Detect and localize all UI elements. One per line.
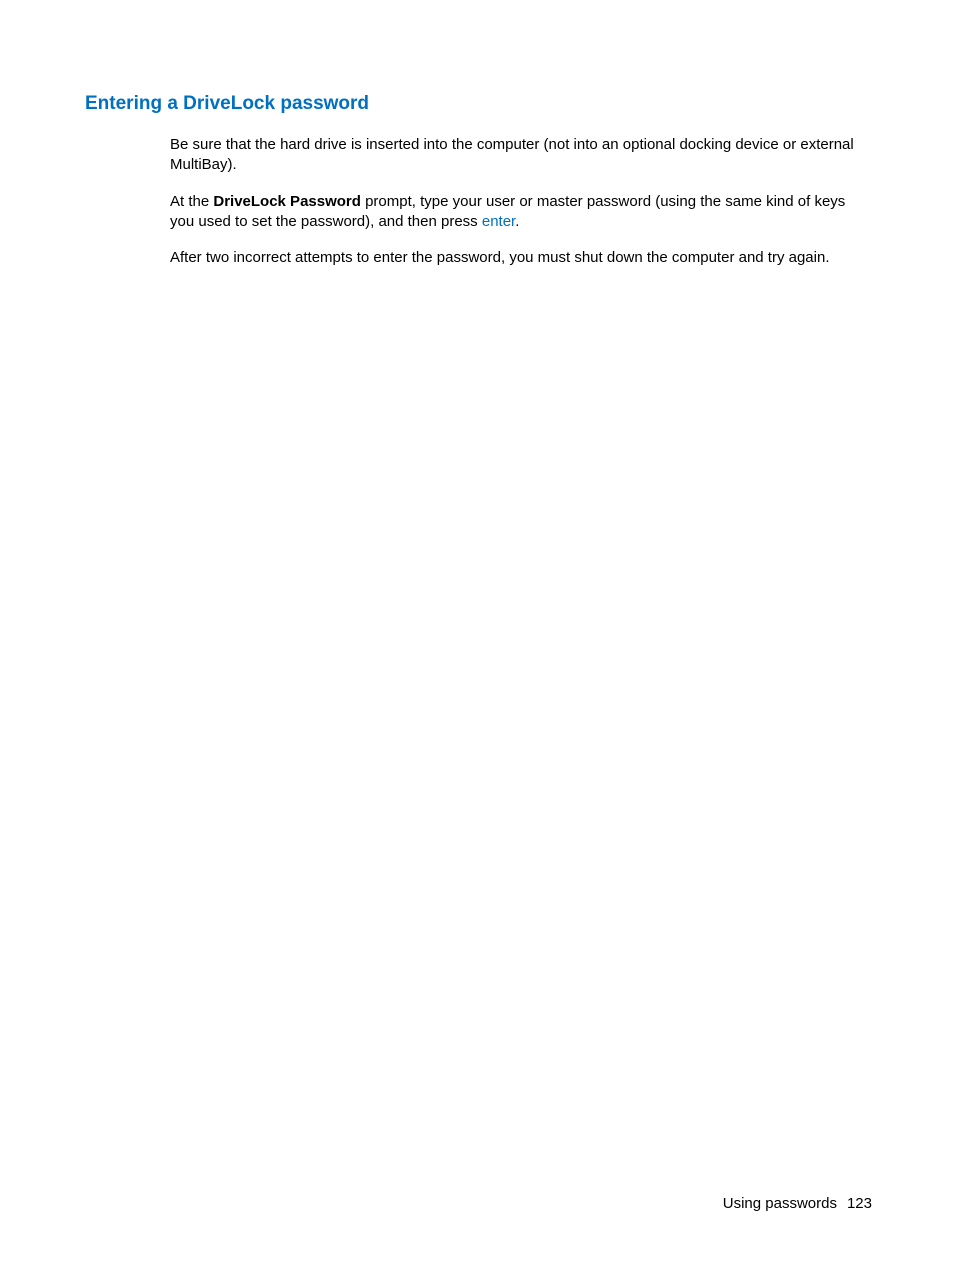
- page-number: 123: [847, 1195, 872, 1212]
- paragraph-2: At the DriveLock Password prompt, type y…: [170, 192, 872, 233]
- text-span: .: [515, 213, 519, 230]
- paragraph-3: After two incorrect attempts to enter th…: [170, 248, 872, 268]
- body-content: Be sure that the hard drive is inserted …: [170, 135, 872, 268]
- document-page: Entering a DriveLock password Be sure th…: [0, 0, 954, 1270]
- section-heading: Entering a DriveLock password: [85, 93, 872, 115]
- page-footer: Using passwords 123: [723, 1195, 872, 1212]
- paragraph-1: Be sure that the hard drive is inserted …: [170, 135, 872, 176]
- bold-text: DriveLock Password: [213, 193, 361, 210]
- text-span: At the: [170, 193, 213, 210]
- footer-section-title: Using passwords: [723, 1195, 837, 1212]
- key-name: enter: [482, 213, 515, 230]
